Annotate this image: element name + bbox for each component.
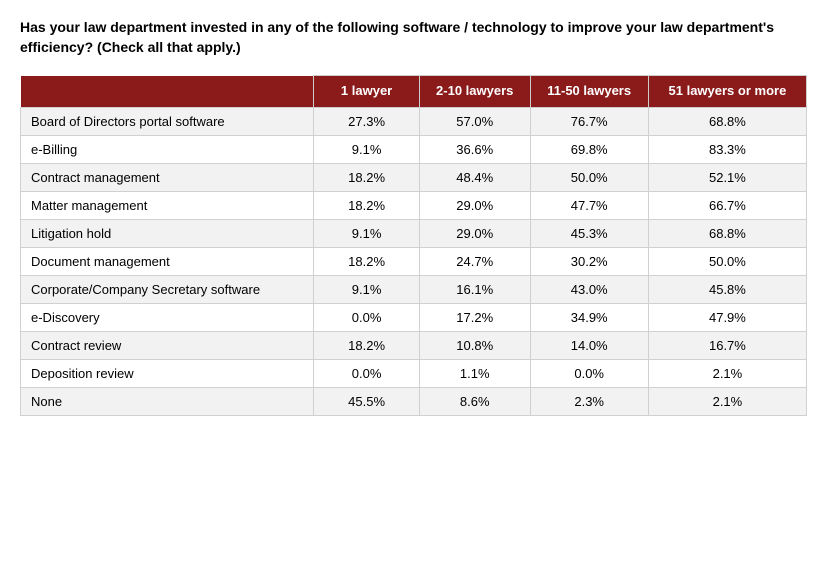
row-label: Matter management bbox=[21, 192, 314, 220]
table-row: e-Billing9.1%36.6%69.8%83.3% bbox=[21, 136, 807, 164]
row-label: Deposition review bbox=[21, 360, 314, 388]
row-label: Litigation hold bbox=[21, 220, 314, 248]
row-value-col1: 9.1% bbox=[314, 136, 420, 164]
table-row: Litigation hold9.1%29.0%45.3%68.8% bbox=[21, 220, 807, 248]
row-value-col3: 30.2% bbox=[530, 248, 648, 276]
row-value-col4: 68.8% bbox=[648, 220, 806, 248]
row-value-col1: 9.1% bbox=[314, 220, 420, 248]
row-value-col2: 29.0% bbox=[419, 220, 530, 248]
table-row: Corporate/Company Secretary software9.1%… bbox=[21, 276, 807, 304]
survey-question: Has your law department invested in any … bbox=[20, 18, 807, 57]
row-value-col4: 52.1% bbox=[648, 164, 806, 192]
row-value-col2: 48.4% bbox=[419, 164, 530, 192]
row-label: Document management bbox=[21, 248, 314, 276]
row-value-col1: 18.2% bbox=[314, 192, 420, 220]
row-value-col1: 9.1% bbox=[314, 276, 420, 304]
row-label: Board of Directors portal software bbox=[21, 108, 314, 136]
row-value-col2: 24.7% bbox=[419, 248, 530, 276]
row-value-col1: 0.0% bbox=[314, 360, 420, 388]
row-value-col2: 17.2% bbox=[419, 304, 530, 332]
data-table-wrapper: 1 lawyer 2-10 lawyers 11-50 lawyers 51 l… bbox=[20, 75, 807, 416]
row-value-col1: 45.5% bbox=[314, 388, 420, 416]
row-value-col4: 66.7% bbox=[648, 192, 806, 220]
row-label: e-Discovery bbox=[21, 304, 314, 332]
row-value-col3: 50.0% bbox=[530, 164, 648, 192]
row-value-col4: 2.1% bbox=[648, 388, 806, 416]
row-value-col2: 10.8% bbox=[419, 332, 530, 360]
row-label: Corporate/Company Secretary software bbox=[21, 276, 314, 304]
row-value-col3: 0.0% bbox=[530, 360, 648, 388]
header-col2: 2-10 lawyers bbox=[419, 76, 530, 108]
header-empty bbox=[21, 76, 314, 108]
row-value-col3: 34.9% bbox=[530, 304, 648, 332]
row-value-col3: 45.3% bbox=[530, 220, 648, 248]
header-col3: 11-50 lawyers bbox=[530, 76, 648, 108]
header-col1: 1 lawyer bbox=[314, 76, 420, 108]
table-row: Deposition review0.0%1.1%0.0%2.1% bbox=[21, 360, 807, 388]
table-row: None45.5%8.6%2.3%2.1% bbox=[21, 388, 807, 416]
row-value-col3: 43.0% bbox=[530, 276, 648, 304]
table-row: Document management18.2%24.7%30.2%50.0% bbox=[21, 248, 807, 276]
header-col4: 51 lawyers or more bbox=[648, 76, 806, 108]
row-value-col3: 2.3% bbox=[530, 388, 648, 416]
survey-table: 1 lawyer 2-10 lawyers 11-50 lawyers 51 l… bbox=[20, 75, 807, 416]
row-value-col4: 45.8% bbox=[648, 276, 806, 304]
row-value-col3: 14.0% bbox=[530, 332, 648, 360]
row-label: None bbox=[21, 388, 314, 416]
row-value-col3: 69.8% bbox=[530, 136, 648, 164]
row-label: Contract management bbox=[21, 164, 314, 192]
row-value-col4: 16.7% bbox=[648, 332, 806, 360]
row-label: e-Billing bbox=[21, 136, 314, 164]
row-value-col4: 83.3% bbox=[648, 136, 806, 164]
table-row: Contract management18.2%48.4%50.0%52.1% bbox=[21, 164, 807, 192]
row-value-col1: 27.3% bbox=[314, 108, 420, 136]
row-value-col2: 8.6% bbox=[419, 388, 530, 416]
row-value-col2: 29.0% bbox=[419, 192, 530, 220]
row-value-col2: 1.1% bbox=[419, 360, 530, 388]
row-value-col4: 50.0% bbox=[648, 248, 806, 276]
row-value-col2: 16.1% bbox=[419, 276, 530, 304]
row-value-col3: 47.7% bbox=[530, 192, 648, 220]
row-value-col1: 0.0% bbox=[314, 304, 420, 332]
table-row: e-Discovery0.0%17.2%34.9%47.9% bbox=[21, 304, 807, 332]
row-value-col2: 36.6% bbox=[419, 136, 530, 164]
row-label: Contract review bbox=[21, 332, 314, 360]
table-row: Board of Directors portal software27.3%5… bbox=[21, 108, 807, 136]
row-value-col1: 18.2% bbox=[314, 248, 420, 276]
row-value-col1: 18.2% bbox=[314, 164, 420, 192]
row-value-col4: 2.1% bbox=[648, 360, 806, 388]
row-value-col4: 68.8% bbox=[648, 108, 806, 136]
row-value-col2: 57.0% bbox=[419, 108, 530, 136]
table-row: Matter management18.2%29.0%47.7%66.7% bbox=[21, 192, 807, 220]
row-value-col1: 18.2% bbox=[314, 332, 420, 360]
row-value-col4: 47.9% bbox=[648, 304, 806, 332]
table-row: Contract review18.2%10.8%14.0%16.7% bbox=[21, 332, 807, 360]
row-value-col3: 76.7% bbox=[530, 108, 648, 136]
